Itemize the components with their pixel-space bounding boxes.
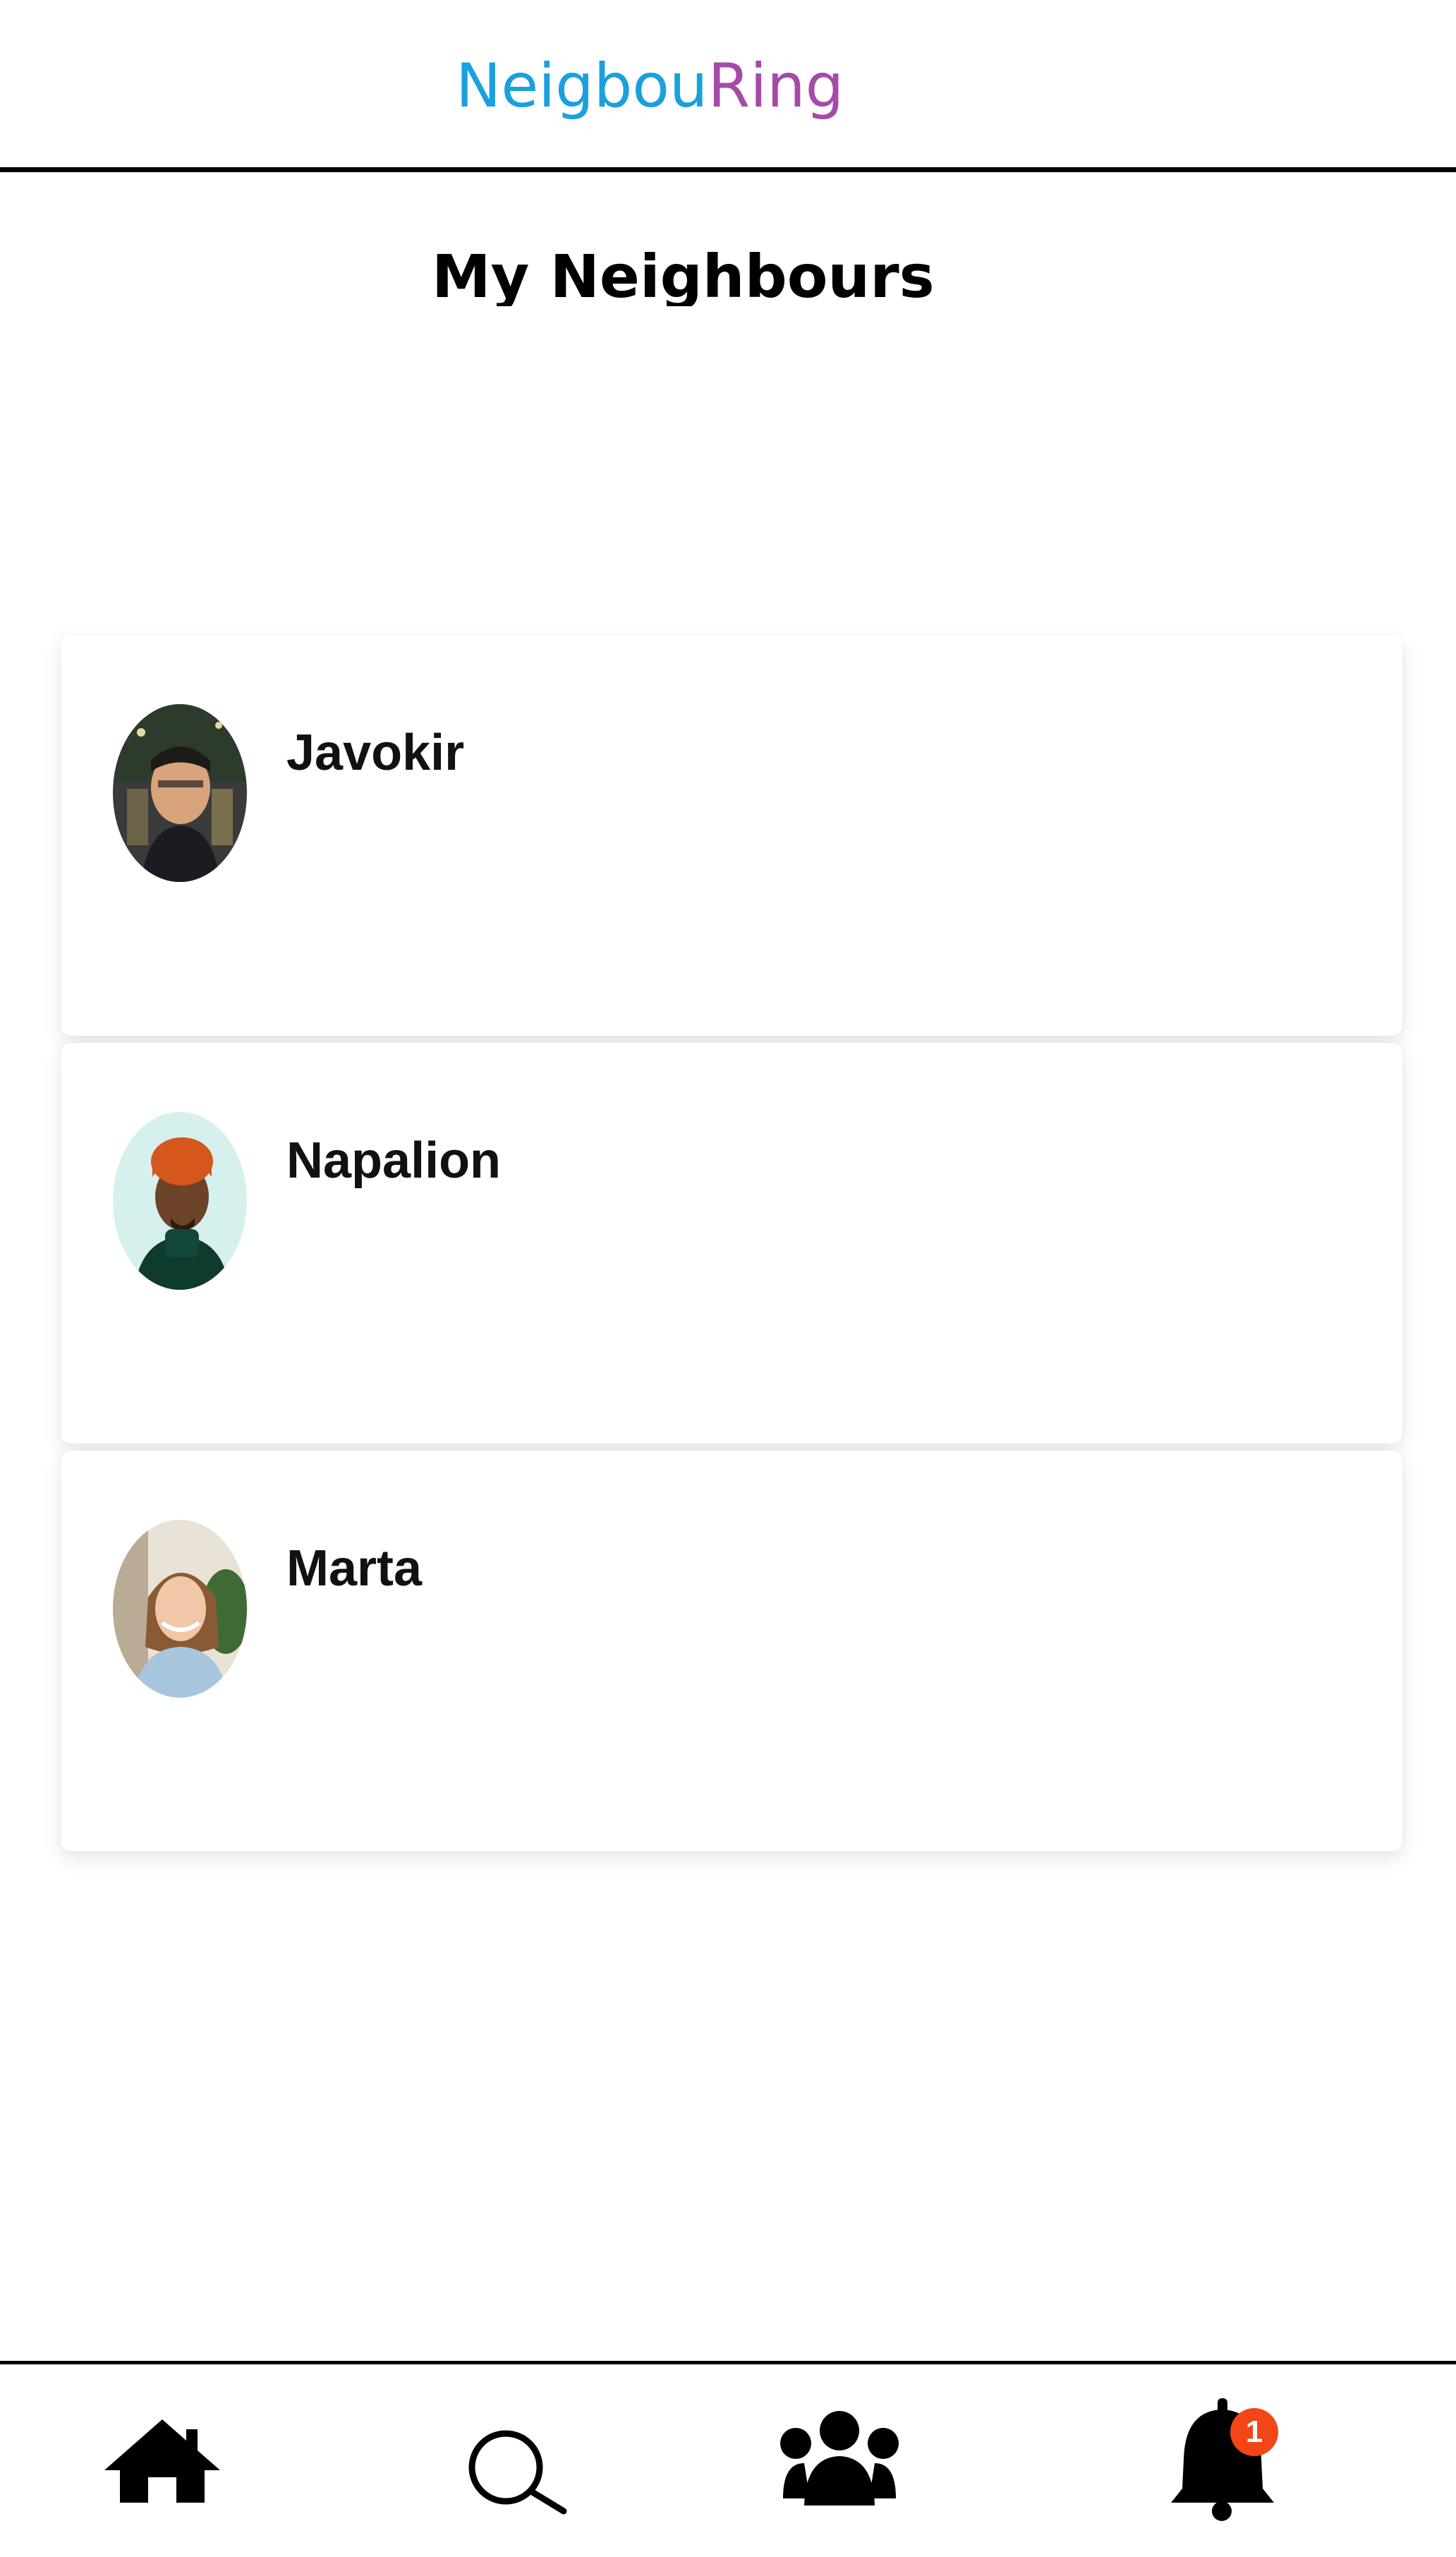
nav-home[interactable] [49, 2364, 275, 2555]
app-header: NeigbouRing [0, 0, 1456, 172]
notification-badge: 1 [1230, 2408, 1278, 2456]
avatar[interactable] [113, 1112, 247, 1290]
page-title: My Neighbours [432, 242, 935, 306]
neighbour-list: Javokir Napalion Marta [61, 635, 1402, 1858]
bottom-nav: 1 [0, 2361, 1456, 2557]
neighbour-name[interactable]: Marta [286, 1537, 422, 1600]
avatar-image-javokir [113, 704, 247, 882]
neighbour-name[interactable]: Napalion [286, 1129, 501, 1192]
neighbour-card[interactable]: Napalion [61, 1043, 1402, 1444]
bell-icon [1171, 2398, 1274, 2521]
neighbour-card[interactable]: Javokir [61, 635, 1402, 1036]
avatar[interactable] [113, 704, 247, 882]
avatar-image-marta [113, 1520, 247, 1698]
neighbour-card[interactable]: Marta [61, 1451, 1402, 1851]
avatar[interactable] [113, 1520, 247, 1698]
neighbour-name[interactable]: Javokir [286, 721, 464, 785]
home-icon [104, 2419, 220, 2503]
nav-neighbours[interactable] [727, 2364, 952, 2555]
avatar-image-napalion [113, 1112, 247, 1290]
app-logo[interactable]: NeigbouRing [456, 44, 844, 128]
users-icon [780, 2411, 899, 2505]
brand-text-part1: Neigbou [456, 51, 708, 121]
nav-notifications[interactable]: 1 [1109, 2364, 1335, 2555]
brand-text-part2: Ring [708, 51, 844, 121]
nav-search[interactable] [399, 2364, 624, 2555]
app-page: NeigbouRing My Neighbours Javokir Napali… [0, 0, 1456, 2557]
search-icon [468, 2430, 567, 2515]
